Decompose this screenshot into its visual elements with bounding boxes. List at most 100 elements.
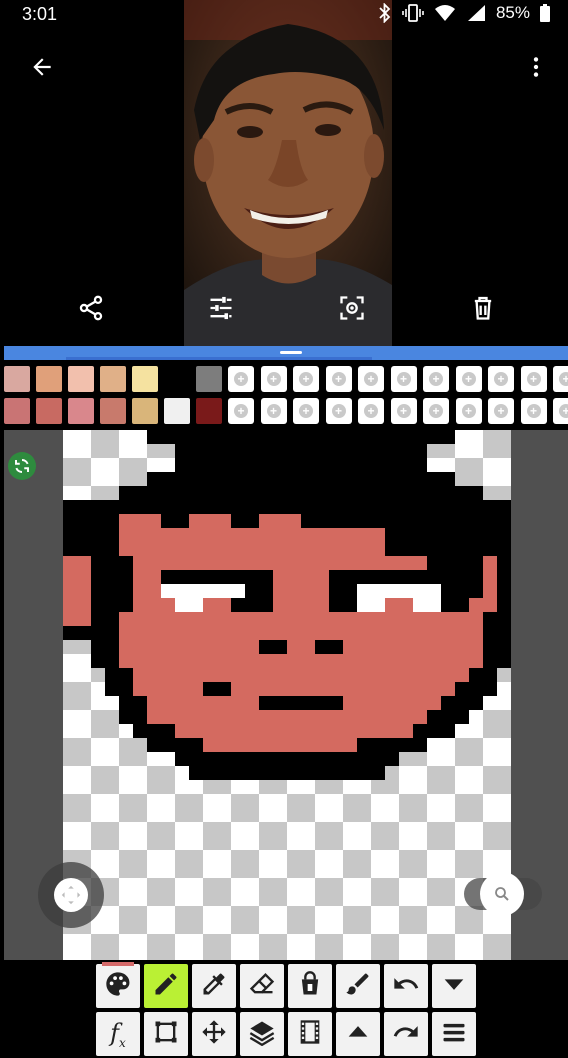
transparent-pixel[interactable] xyxy=(77,640,91,654)
function-button[interactable]: fx xyxy=(96,1012,140,1056)
transparent-pixel[interactable] xyxy=(63,808,77,822)
transparent-pixel[interactable] xyxy=(385,892,399,906)
pixel[interactable] xyxy=(329,514,343,528)
pixel[interactable] xyxy=(77,612,91,626)
transparent-pixel[interactable] xyxy=(441,906,455,920)
pixel[interactable] xyxy=(455,486,469,500)
pixel[interactable] xyxy=(497,640,511,654)
pixel[interactable] xyxy=(245,752,259,766)
pixel[interactable] xyxy=(497,500,511,514)
pixel[interactable] xyxy=(259,710,273,724)
pixel[interactable] xyxy=(161,542,175,556)
pixel[interactable] xyxy=(371,528,385,542)
pixel[interactable] xyxy=(427,556,441,570)
fill-tool-button[interactable] xyxy=(288,964,332,1008)
transparent-pixel[interactable] xyxy=(189,836,203,850)
transparent-pixel[interactable] xyxy=(189,780,203,794)
pixel[interactable] xyxy=(427,654,441,668)
pixel[interactable] xyxy=(119,682,133,696)
transparent-pixel[interactable] xyxy=(77,472,91,486)
pixel[interactable] xyxy=(273,528,287,542)
pixel[interactable] xyxy=(273,570,287,584)
pixel[interactable] xyxy=(343,430,357,444)
pixel[interactable] xyxy=(273,472,287,486)
pixel[interactable] xyxy=(217,640,231,654)
pixel[interactable] xyxy=(385,486,399,500)
pixel[interactable] xyxy=(371,640,385,654)
pixel[interactable] xyxy=(399,430,413,444)
transparent-pixel[interactable] xyxy=(147,780,161,794)
pixel[interactable] xyxy=(217,486,231,500)
transparent-pixel[interactable] xyxy=(497,696,511,710)
transparent-pixel[interactable] xyxy=(427,458,441,472)
transparent-pixel[interactable] xyxy=(399,822,413,836)
pixel[interactable] xyxy=(273,444,287,458)
pixel[interactable] xyxy=(259,696,273,710)
transparent-pixel[interactable] xyxy=(63,458,77,472)
pixel[interactable] xyxy=(371,500,385,514)
pixel[interactable] xyxy=(231,430,245,444)
add-color-slot[interactable]: + xyxy=(553,398,568,424)
pixel[interactable] xyxy=(161,626,175,640)
pixel[interactable] xyxy=(455,514,469,528)
transparent-pixel[interactable] xyxy=(63,682,77,696)
transparent-pixel[interactable] xyxy=(175,822,189,836)
transparent-pixel[interactable] xyxy=(133,780,147,794)
transparent-pixel[interactable] xyxy=(105,710,119,724)
pixel[interactable] xyxy=(189,528,203,542)
pixel[interactable] xyxy=(455,556,469,570)
pixel[interactable] xyxy=(357,696,371,710)
transparent-pixel[interactable] xyxy=(399,864,413,878)
pixel[interactable] xyxy=(161,584,175,598)
pixel[interactable] xyxy=(189,612,203,626)
pixel[interactable] xyxy=(385,710,399,724)
pixel[interactable] xyxy=(441,514,455,528)
pixel[interactable] xyxy=(441,556,455,570)
transparent-pixel[interactable] xyxy=(427,794,441,808)
transparent-pixel[interactable] xyxy=(133,920,147,934)
pixel[interactable] xyxy=(91,654,105,668)
pixel[interactable] xyxy=(217,752,231,766)
pixel[interactable] xyxy=(231,500,245,514)
transparent-pixel[interactable] xyxy=(217,920,231,934)
pixel[interactable] xyxy=(399,598,413,612)
pixel[interactable] xyxy=(469,626,483,640)
transparent-pixel[interactable] xyxy=(231,934,245,948)
transparent-pixel[interactable] xyxy=(371,822,385,836)
transparent-pixel[interactable] xyxy=(455,864,469,878)
pixel[interactable] xyxy=(245,640,259,654)
pixel[interactable] xyxy=(343,626,357,640)
transparent-pixel[interactable] xyxy=(259,934,273,948)
transparent-pixel[interactable] xyxy=(287,906,301,920)
pixel[interactable] xyxy=(371,724,385,738)
transparent-pixel[interactable] xyxy=(413,822,427,836)
pixel[interactable] xyxy=(371,556,385,570)
transparent-pixel[interactable] xyxy=(497,724,511,738)
pixel[interactable] xyxy=(287,444,301,458)
transparent-pixel[interactable] xyxy=(119,752,133,766)
pixel[interactable] xyxy=(217,738,231,752)
pixel[interactable] xyxy=(427,668,441,682)
pixel[interactable] xyxy=(357,724,371,738)
pixel[interactable] xyxy=(217,766,231,780)
pixel[interactable] xyxy=(259,766,273,780)
pixel[interactable] xyxy=(231,598,245,612)
pixel[interactable] xyxy=(483,626,497,640)
pixel[interactable] xyxy=(217,654,231,668)
pixel[interactable] xyxy=(343,584,357,598)
pixel[interactable] xyxy=(77,500,91,514)
transparent-pixel[interactable] xyxy=(91,948,105,960)
transparent-pixel[interactable] xyxy=(483,724,497,738)
transparent-pixel[interactable] xyxy=(399,752,413,766)
pixel[interactable] xyxy=(371,542,385,556)
pixel[interactable] xyxy=(441,626,455,640)
pixel[interactable] xyxy=(343,612,357,626)
pixel[interactable] xyxy=(105,668,119,682)
pixel[interactable] xyxy=(343,598,357,612)
pixel[interactable] xyxy=(357,752,371,766)
pixel[interactable] xyxy=(105,654,119,668)
pixel[interactable] xyxy=(329,444,343,458)
pixel[interactable] xyxy=(315,710,329,724)
pixel[interactable] xyxy=(357,654,371,668)
pixel[interactable] xyxy=(315,612,329,626)
